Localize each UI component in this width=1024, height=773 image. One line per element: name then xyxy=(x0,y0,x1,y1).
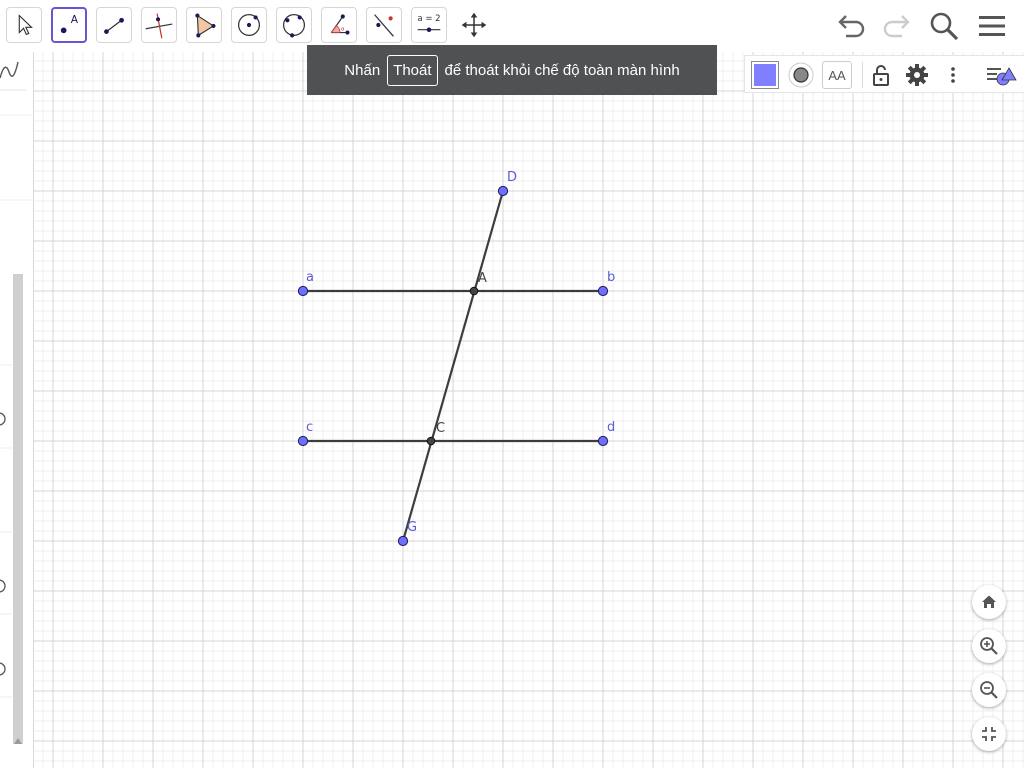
circle-center-point-tool-button[interactable] xyxy=(231,7,267,43)
circle-three-points-tool-button[interactable] xyxy=(276,7,312,43)
label-c: c xyxy=(306,420,313,435)
text-style-button[interactable]: AA xyxy=(822,61,852,89)
color-picker-button[interactable] xyxy=(751,61,779,89)
polygon-tool-button[interactable] xyxy=(186,7,222,43)
menu-icon xyxy=(979,16,1005,36)
undo-icon xyxy=(838,15,865,38)
reflect-icon xyxy=(374,14,394,37)
arrow-pointer-icon xyxy=(18,14,33,36)
lock-button[interactable] xyxy=(867,61,895,89)
point-d[interactable] xyxy=(597,435,609,447)
angle-icon: α xyxy=(330,14,350,35)
geometry-canvas[interactable]: a b c d A C D G xyxy=(34,52,1024,768)
reflect-line-tool-button[interactable] xyxy=(366,7,402,43)
perpendicular-line-icon xyxy=(145,13,173,39)
redo-icon xyxy=(883,15,910,38)
undo-button[interactable] xyxy=(832,8,868,44)
point-b[interactable] xyxy=(597,285,609,297)
main-menu-button[interactable] xyxy=(974,8,1010,44)
circle-center-icon xyxy=(237,13,261,37)
search-button[interactable] xyxy=(926,8,962,44)
point-icon: A xyxy=(60,13,79,34)
fullscreen-banner: Nhấn Thoát để thoát khỏi chế độ toàn màn… xyxy=(307,45,717,95)
polygon-icon xyxy=(195,13,216,38)
style-bar-toggle-icon xyxy=(987,67,1017,86)
left-panel-graphic xyxy=(0,61,34,744)
segment-icon xyxy=(104,17,124,34)
point-style-button[interactable] xyxy=(787,61,815,89)
zoom-out-icon xyxy=(980,681,998,699)
point-tool-button[interactable]: A xyxy=(51,7,87,43)
gear-icon xyxy=(906,64,928,86)
more-vert-icon xyxy=(951,67,955,83)
banner-exit-key: Thoát xyxy=(387,54,438,86)
slider-tool-button[interactable]: a = 2 xyxy=(411,7,447,43)
style-bar-divider xyxy=(862,62,863,88)
visibility-toggle-icon xyxy=(0,412,6,426)
lock-icon xyxy=(873,65,889,86)
banner-prefix: Nhấn xyxy=(344,61,381,79)
fullscreen-exit-icon xyxy=(982,727,996,741)
label-G: G xyxy=(407,520,417,535)
label-b: b xyxy=(607,270,615,285)
search-icon xyxy=(930,12,959,41)
zoom-in-icon xyxy=(980,637,998,655)
redo-button[interactable] xyxy=(880,8,916,44)
labels: a b c d A C D G xyxy=(306,170,615,535)
point-a[interactable] xyxy=(297,285,309,297)
graphics-style-bar-toggle[interactable] xyxy=(985,61,1019,89)
circle-three-points-icon xyxy=(282,13,306,38)
label-C: C xyxy=(436,421,445,436)
point-D[interactable] xyxy=(497,185,509,197)
point-style-icon xyxy=(788,62,814,88)
move-tool-button[interactable] xyxy=(6,7,42,43)
svg-text:α: α xyxy=(341,27,345,33)
scrollbar-thumb xyxy=(13,274,23,744)
visibility-toggle-icon xyxy=(0,662,6,676)
label-D: D xyxy=(507,170,517,185)
color-swatch xyxy=(754,64,776,86)
intersection-point-A[interactable] xyxy=(469,286,479,296)
home-button[interactable] xyxy=(972,585,1006,619)
home-icon xyxy=(982,595,996,608)
zoom-in-button[interactable] xyxy=(972,629,1006,663)
segment-tool-button[interactable] xyxy=(96,7,132,43)
angle-tool-button[interactable]: α xyxy=(321,7,357,43)
move-graphics-view-tool-button[interactable] xyxy=(456,7,492,43)
label-a: a xyxy=(306,270,314,285)
point-c[interactable] xyxy=(297,435,309,447)
zoom-out-button[interactable] xyxy=(972,673,1006,707)
slider-icon: a = 2 xyxy=(417,14,441,32)
grid xyxy=(34,52,1024,768)
perpendicular-line-tool-button[interactable] xyxy=(141,7,177,43)
slider-tool-label: a = 2 xyxy=(417,14,440,24)
point-G[interactable] xyxy=(397,535,409,547)
style-bar: AA xyxy=(744,55,1024,93)
text-style-label: AA xyxy=(828,67,846,83)
move-arrows-icon xyxy=(461,12,487,38)
graph-view-icon xyxy=(0,61,19,79)
exit-fullscreen-button[interactable] xyxy=(972,717,1006,751)
intersection-point-C[interactable] xyxy=(426,436,436,446)
banner-suffix: để thoát khỏi chế độ toàn màn hình xyxy=(444,61,680,79)
visibility-toggle-icon xyxy=(0,579,6,593)
label-d: d xyxy=(607,420,615,435)
label-A: A xyxy=(478,271,487,286)
settings-button[interactable] xyxy=(903,61,931,89)
point-tool-label: A xyxy=(71,13,79,26)
algebra-view-collapsed xyxy=(0,52,34,768)
graphics-view[interactable]: a b c d A C D G xyxy=(34,52,1024,768)
more-options-button[interactable] xyxy=(939,61,967,89)
